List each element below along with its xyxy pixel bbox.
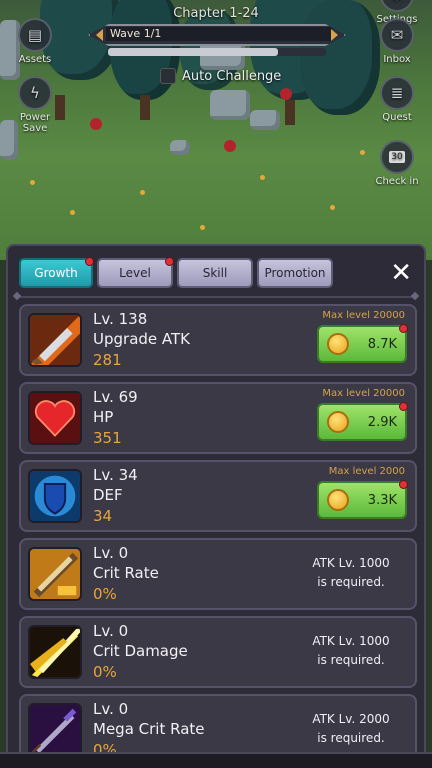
tab-level-label: Level <box>119 266 151 280</box>
calendar-icon: 30 <box>380 140 414 174</box>
upgrade-hp-button[interactable]: 2.9K <box>317 402 408 441</box>
stat-row-hp: Lv. 69 HP 351 Max level 20000 2.9K <box>19 382 417 454</box>
wave-bar: Wave 1/1 <box>88 24 346 46</box>
auto-challenge-checkbox[interactable] <box>160 68 176 84</box>
mail-icon: ✉ <box>380 18 414 52</box>
requirement-text: ATK Lv. 2000 is required. <box>301 710 401 748</box>
heart-icon <box>28 391 82 445</box>
stat-name: DEF <box>93 486 123 504</box>
stat-name: Crit Rate <box>93 564 159 582</box>
panel-tabs: Growth Level Skill Promotion <box>19 257 333 288</box>
requirement-line-1: ATK Lv. 1000 <box>312 634 390 648</box>
growth-panel: Growth Level Skill Promotion ✕ Lv. 138 U… <box>6 244 426 768</box>
upgrade-price: 2.9K <box>367 414 397 430</box>
tab-skill-label: Skill <box>202 266 228 280</box>
tab-growth[interactable]: Growth <box>19 257 94 288</box>
calendar-badge: 30 <box>389 151 405 163</box>
requirement-text: ATK Lv. 1000 is required. <box>301 554 401 592</box>
stat-level: Lv. 69 <box>93 388 138 406</box>
requirement-text: ATK Lv. 1000 is required. <box>301 632 401 670</box>
stat-level: Lv. 0 <box>93 700 129 718</box>
stat-level: Lv. 0 <box>93 544 129 562</box>
notification-dot <box>399 324 408 333</box>
requirement-line-2: is required. <box>317 731 385 745</box>
bottom-nav-bar <box>0 752 432 768</box>
wave-progress-fill <box>108 48 279 56</box>
upgrade-atk-button[interactable]: 8.7K <box>317 324 408 363</box>
stat-level: Lv. 138 <box>93 310 148 328</box>
assets-label: Assets <box>18 54 52 65</box>
check-in-label: Check in <box>375 176 419 187</box>
upgrade-price: 3.3K <box>367 492 397 508</box>
stat-value: 281 <box>93 351 122 369</box>
coin-icon <box>327 333 349 355</box>
upgrade-def-button[interactable]: 3.3K <box>317 480 408 519</box>
wave-progress-bar <box>108 48 326 56</box>
power-save-label: Power Save <box>19 112 51 134</box>
crit-rate-icon <box>28 547 82 601</box>
close-icon[interactable]: ✕ <box>390 260 412 286</box>
stat-value: 0% <box>93 663 117 681</box>
notification-dot <box>399 480 408 489</box>
requirement-line-2: is required. <box>317 653 385 667</box>
tab-growth-label: Growth <box>34 266 78 280</box>
stat-level: Lv. 0 <box>93 622 129 640</box>
power-save-button[interactable]: ϟ Power Save <box>10 76 60 134</box>
stat-level: Lv. 34 <box>93 466 138 484</box>
auto-challenge-label: Auto Challenge <box>182 68 282 84</box>
notification-dot <box>399 402 408 411</box>
max-level-label: Max level 20000 <box>322 388 405 399</box>
wave-label: Wave 1/1 <box>110 27 162 40</box>
stat-value: 34 <box>93 507 113 525</box>
requirement-line-1: ATK Lv. 2000 <box>312 712 390 726</box>
requirement-line-1: ATK Lv. 1000 <box>312 556 390 570</box>
tab-skill[interactable]: Skill <box>177 258 253 288</box>
gear-icon: ⚙ <box>380 0 414 12</box>
notification-dot <box>85 257 94 266</box>
stat-name: Mega Crit Rate <box>93 720 205 738</box>
stat-row-crit-rate: Lv. 0 Crit Rate 0% ATK Lv. 1000 is requi… <box>19 538 417 610</box>
bolt-icon: ϟ <box>18 76 52 110</box>
stat-name: Upgrade ATK <box>93 330 190 348</box>
mega-crit-icon <box>28 703 82 757</box>
tab-level[interactable]: Level <box>97 257 174 288</box>
stat-row-atk: Lv. 138 Upgrade ATK 281 Max level 20000 … <box>19 304 417 376</box>
max-level-label: Max level 20000 <box>322 310 405 321</box>
chest-icon: ▤ <box>18 18 52 52</box>
tab-promotion-label: Promotion <box>264 266 326 280</box>
panel-divider <box>16 296 416 298</box>
stat-name: Crit Damage <box>93 642 188 660</box>
crit-damage-icon <box>28 625 82 679</box>
chapter-label: Chapter 1-24 <box>173 6 259 21</box>
stat-row-def: Lv. 34 DEF 34 Max level 2000 3.3K <box>19 460 417 532</box>
wave-left-arrow-icon <box>96 29 103 41</box>
upgrade-price: 8.7K <box>367 336 397 352</box>
inbox-button[interactable]: ✉ Inbox <box>372 18 422 65</box>
assets-button[interactable]: ▤ Assets <box>10 18 60 65</box>
auto-challenge-toggle[interactable]: Auto Challenge <box>160 68 281 84</box>
shield-icon <box>28 469 82 523</box>
stat-list: Lv. 138 Upgrade ATK 281 Max level 20000 … <box>19 304 417 768</box>
stat-name: HP <box>93 408 114 426</box>
wave-right-arrow-icon <box>331 29 338 41</box>
notification-dot <box>165 257 174 266</box>
scroll-icon: ≣ <box>380 76 414 110</box>
stat-value: 0% <box>93 585 117 603</box>
coin-icon <box>327 411 349 433</box>
tab-promotion[interactable]: Promotion <box>257 258 333 288</box>
quest-button[interactable]: ≣ Quest <box>372 76 422 123</box>
sword-icon <box>28 313 82 367</box>
coin-icon <box>327 489 349 511</box>
quest-label: Quest <box>382 112 412 123</box>
stat-value: 351 <box>93 429 122 447</box>
check-in-button[interactable]: 30 Check in <box>372 140 422 187</box>
stat-row-crit-damage: Lv. 0 Crit Damage 0% ATK Lv. 1000 is req… <box>19 616 417 688</box>
max-level-label: Max level 2000 <box>328 466 405 477</box>
requirement-line-2: is required. <box>317 575 385 589</box>
inbox-label: Inbox <box>383 54 411 65</box>
